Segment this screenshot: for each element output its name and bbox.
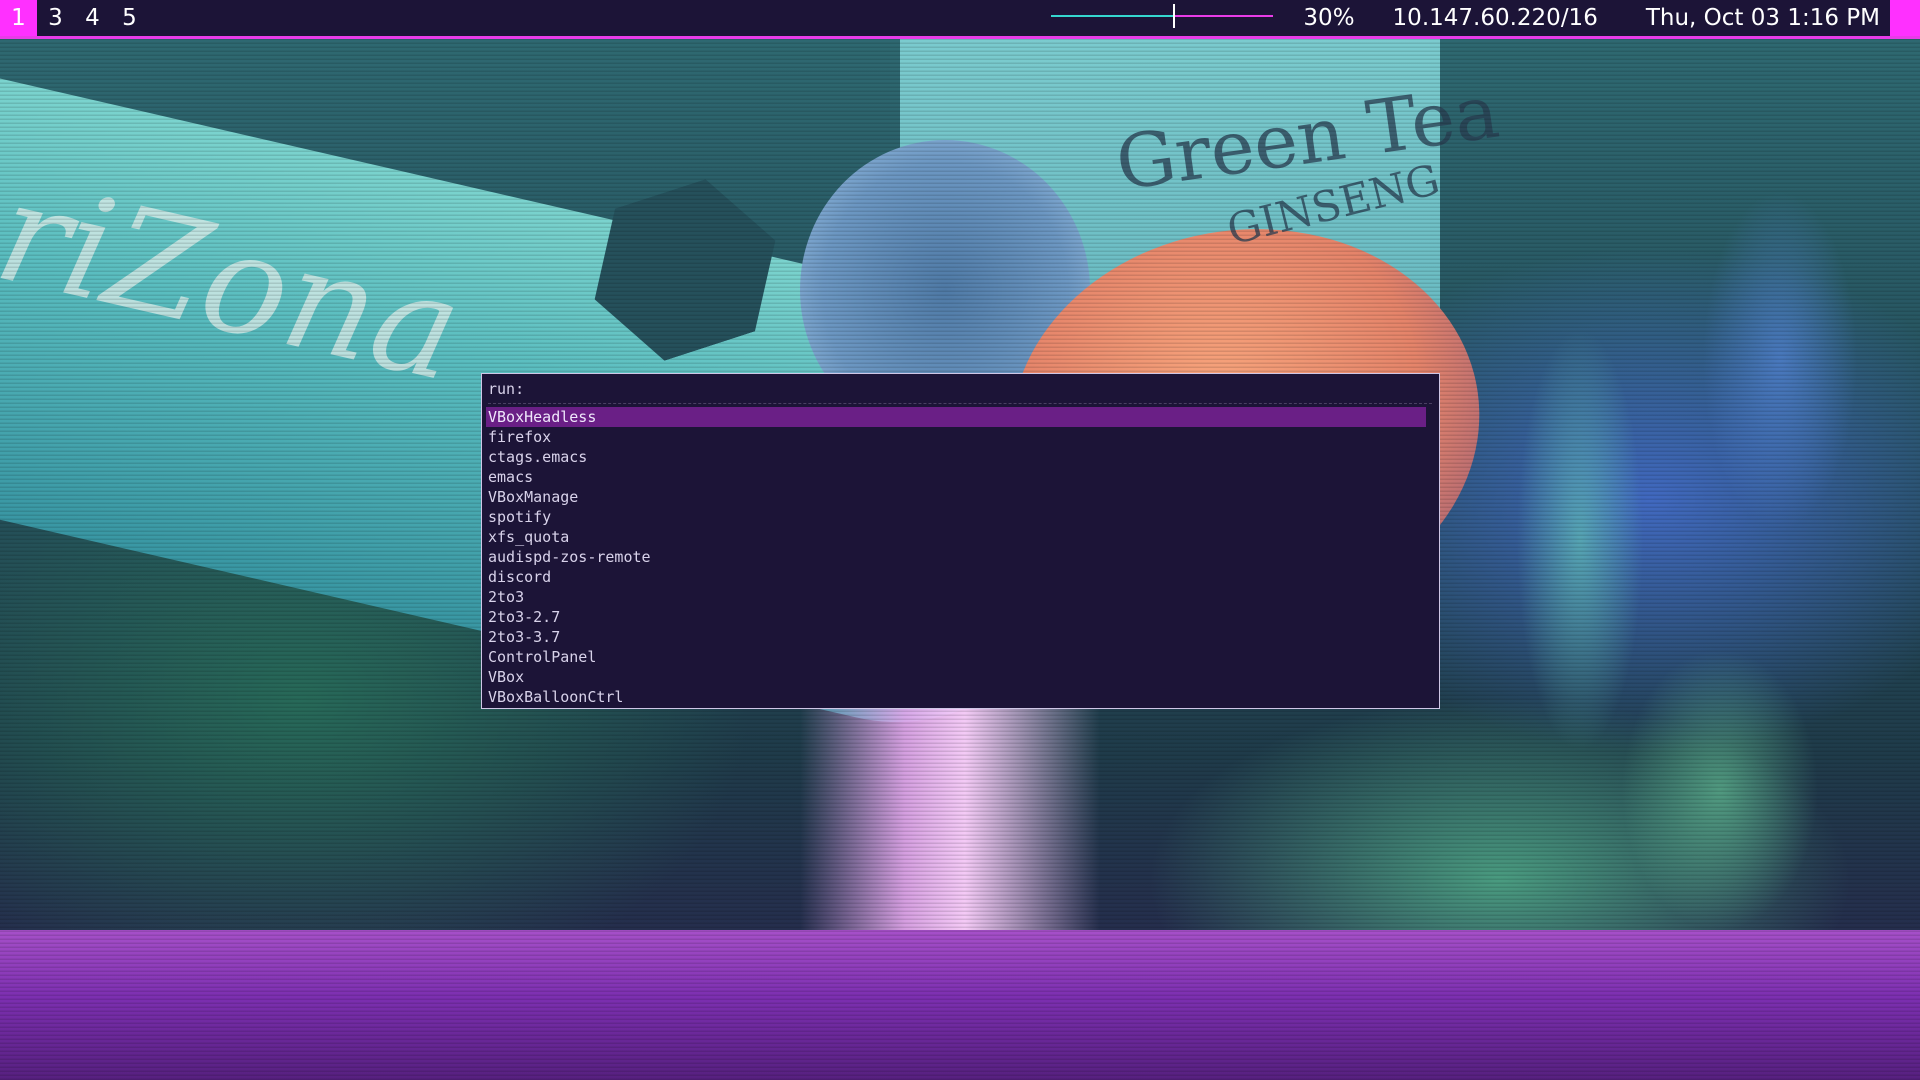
wallpaper-pool [0,930,1920,1080]
workspace-1[interactable]: 1 [0,0,37,36]
run-launcher: run: VBoxHeadless firefox ctags.emacs em… [481,373,1440,709]
run-result-item[interactable]: 2to3 [486,587,1426,607]
run-result-item[interactable]: firefox [486,427,1426,447]
workspace-switcher: 1 3 4 5 [0,0,148,36]
wallpaper-trees [1420,40,1920,940]
volume-meter-filled [1051,15,1174,17]
workspace-5[interactable]: 5 [111,0,148,36]
desktop: riZona Green Tea GINSENG 1 3 4 5 30% 10.… [0,0,1920,1080]
workspace-4[interactable]: 4 [74,0,111,36]
network-address: 10.147.60.220/16 [1392,5,1598,31]
run-result-item[interactable]: VBoxHeadless [486,407,1426,427]
volume-meter[interactable] [1051,0,1274,36]
run-result-item[interactable]: discord [486,567,1426,587]
run-result-item[interactable]: 2to3-2.7 [486,607,1426,627]
clock: Thu, Oct 03 1:16 PM [1645,5,1880,31]
run-result-item[interactable]: spotify [486,507,1426,527]
run-result-item[interactable]: xfs_quota [486,527,1426,547]
run-result-item[interactable]: audispd-zos-remote [486,547,1426,567]
workspace-3[interactable]: 3 [37,0,74,36]
wallpaper-waterfall [800,700,1100,960]
run-result-item[interactable]: VBox [486,667,1426,687]
bar-corner-block [1890,0,1920,36]
run-prompt[interactable]: run: [488,380,524,398]
status-area: 30% 10.147.60.220/16 Thu, Oct 03 1:16 PM [1051,0,1920,36]
run-result-item[interactable]: 2to3-3.7 [486,627,1426,647]
run-result-item[interactable]: ControlPanel [486,647,1426,667]
volume-meter-remaining [1175,15,1274,17]
run-results-list: VBoxHeadless firefox ctags.emacs emacs V… [486,407,1426,707]
run-result-item[interactable]: VBoxBalloonCtrl [486,687,1426,707]
run-result-item[interactable]: VBoxManage [486,487,1426,507]
battery-indicator: 30% [1303,5,1355,31]
top-status-bar: 1 3 4 5 30% 10.147.60.220/16 Thu, Oct 03… [0,0,1920,39]
prompt-separator [488,403,1432,404]
run-result-item[interactable]: emacs [486,467,1426,487]
run-result-item[interactable]: ctags.emacs [486,447,1426,467]
